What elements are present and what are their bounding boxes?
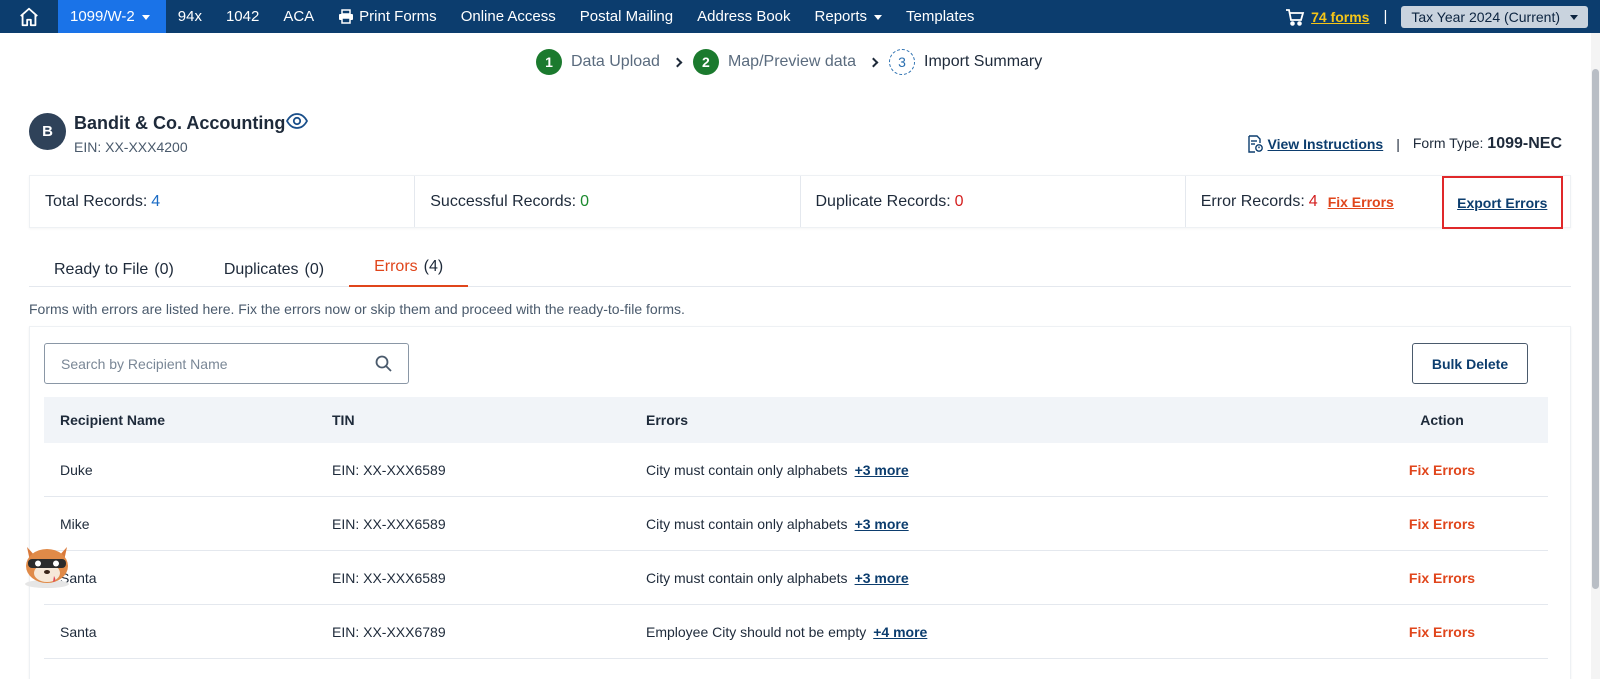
table-row: Santa EIN: XX-XXX6789 Employee City shou…: [44, 605, 1548, 659]
successful-records-value: 0: [580, 192, 589, 210]
cart-forms-link[interactable]: 74 forms: [1311, 9, 1369, 25]
form-type-value: 1099-NEC: [1487, 135, 1562, 152]
step-2-label: Map/Preview data: [727, 53, 857, 70]
records-summary: Total Records: 4 Successful Records: 0 Dup…: [29, 175, 1571, 229]
step-2-number: 2: [692, 49, 719, 75]
document-icon: [1247, 135, 1263, 153]
duplicate-records-value: 0: [954, 192, 964, 210]
chevron-down-icon: [874, 14, 883, 20]
tab-errors[interactable]: Errors (4): [349, 252, 469, 287]
top-nav: 1099/W-2 94x 1042 ACA Print Forms Online…: [0, 0, 1600, 33]
tax-year-select[interactable]: Tax Year 2024 (Current): [1401, 5, 1588, 28]
tin: EIN: XX-XXX6589: [332, 461, 446, 478]
table-header: Recipient Name TIN Errors Action: [44, 397, 1548, 443]
step-3-label: Import Summary: [924, 53, 1043, 70]
chevron-down-icon: [141, 14, 150, 20]
search-input[interactable]: Search by Recipient Name: [44, 343, 409, 384]
nav-templates[interactable]: Templates: [894, 0, 986, 33]
nav-aca[interactable]: ACA: [271, 0, 326, 33]
error-cell: Employee City should not be empty +4 more: [646, 623, 928, 640]
export-errors-button[interactable]: Export Errors: [1441, 176, 1563, 229]
company-name: Bandit & Co. Accounting: [74, 113, 286, 133]
errors-table: Recipient Name TIN Errors Action Duke EI…: [44, 397, 1548, 659]
fix-errors-action[interactable]: Fix Errors: [1336, 570, 1548, 586]
tab-duplicates[interactable]: Duplicates (0): [199, 252, 349, 287]
home-icon[interactable]: [0, 0, 58, 33]
nav-1042[interactable]: 1042: [214, 0, 271, 33]
error-records-value: 4: [1308, 192, 1318, 210]
company-ein: EIN: XX-XXX4200: [74, 139, 188, 155]
chevron-down-icon: [1570, 14, 1578, 20]
fix-errors-action[interactable]: Fix Errors: [1336, 516, 1548, 532]
error-cell: City must contain only alphabets +3 more: [646, 461, 909, 478]
recipient-name: Santa: [60, 569, 97, 586]
header-recipient-name: Recipient Name: [60, 412, 166, 428]
nav-94x[interactable]: 94x: [166, 0, 214, 33]
scrollbar-thumb[interactable]: [1592, 69, 1599, 589]
bulk-delete-button[interactable]: Bulk Delete: [1412, 343, 1528, 384]
error-records: Error Records: 4 Fix Errors Export Errors: [1186, 176, 1570, 229]
table-row: Duke EIN: XX-XXX6589 City must contain o…: [44, 443, 1548, 497]
more-errors-link[interactable]: +3 more: [855, 570, 909, 586]
total-records: Total Records: 4: [30, 176, 416, 227]
nav-1099-w2[interactable]: 1099/W-2: [58, 0, 166, 33]
nav-separator: |: [1383, 8, 1388, 25]
printer-icon: [339, 9, 354, 24]
error-cell: City must contain only alphabets +3 more: [646, 515, 909, 532]
table-row: Santa EIN: XX-XXX6589 City must contain …: [44, 551, 1548, 605]
nav-print-forms[interactable]: Print Forms: [326, 0, 449, 33]
duplicate-records: Duplicate Records: 0: [801, 176, 1186, 227]
chevron-right-icon: [672, 57, 683, 67]
more-errors-link[interactable]: +4 more: [873, 624, 927, 640]
nav-reports[interactable]: Reports: [803, 0, 895, 33]
nav-right: 74 forms | Tax Year 2024 (Current): [1285, 0, 1600, 33]
recipient-name: Mike: [60, 515, 90, 532]
recipient-name: Duke: [60, 461, 93, 478]
header-errors: Errors: [646, 412, 689, 428]
nav-online-access[interactable]: Online Access: [449, 0, 568, 33]
tin: EIN: XX-XXX6589: [332, 569, 446, 586]
instructions-area: View Instructions | Form Type: 1099-NEC: [1247, 135, 1562, 153]
import-stepper: 1 Data Upload 2 Map/Preview data 3 Impor…: [536, 49, 1042, 75]
step-1-number: 1: [536, 49, 562, 75]
successful-records: Successful Records: 0: [415, 176, 801, 227]
more-errors-link[interactable]: +3 more: [855, 516, 909, 532]
errors-help-text: Forms with errors are listed here. Fix t…: [29, 301, 685, 317]
fix-errors-action[interactable]: Fix Errors: [1336, 462, 1548, 478]
step-1-label: Data Upload: [571, 53, 660, 70]
tab-ready-to-file[interactable]: Ready to File (0): [29, 252, 199, 287]
view-instructions-link[interactable]: View Instructions: [1268, 136, 1384, 152]
search-icon[interactable]: [375, 355, 392, 372]
table-row: Mike EIN: XX-XXX6589 City must contain o…: [44, 497, 1548, 551]
avatar: B: [29, 113, 66, 150]
record-tabs: Ready to File (0) Duplicates (0) Errors (4): [29, 252, 1571, 287]
chevron-right-icon: [868, 57, 879, 67]
more-errors-link[interactable]: +3 more: [855, 462, 909, 478]
nav-address-book[interactable]: Address Book: [685, 0, 802, 33]
header-tin: TIN: [332, 412, 355, 428]
fix-errors-link[interactable]: Fix Errors: [1328, 194, 1394, 210]
header-action: Action: [1420, 412, 1464, 428]
total-records-value: 4: [151, 192, 161, 210]
cart-icon[interactable]: [1285, 8, 1305, 26]
recipient-name: Santa: [60, 623, 97, 640]
step-3-number: 3: [889, 49, 916, 75]
mascot-chat-icon[interactable]: [18, 537, 76, 589]
nav-postal-mailing[interactable]: Postal Mailing: [568, 0, 685, 33]
tin: EIN: XX-XXX6589: [332, 515, 446, 532]
search-placeholder: Search by Recipient Name: [61, 355, 228, 372]
separator: |: [1396, 136, 1400, 152]
errors-panel: Search by Recipient Name Bulk Delete Rec…: [29, 326, 1571, 679]
eye-icon[interactable]: [286, 113, 308, 129]
form-type: Form Type: 1099-NEC: [1412, 135, 1562, 152]
fix-errors-action[interactable]: Fix Errors: [1336, 624, 1548, 640]
tin: EIN: XX-XXX6789: [332, 623, 446, 640]
error-cell: City must contain only alphabets +3 more: [646, 569, 909, 586]
page-scrollbar[interactable]: [1591, 33, 1600, 679]
